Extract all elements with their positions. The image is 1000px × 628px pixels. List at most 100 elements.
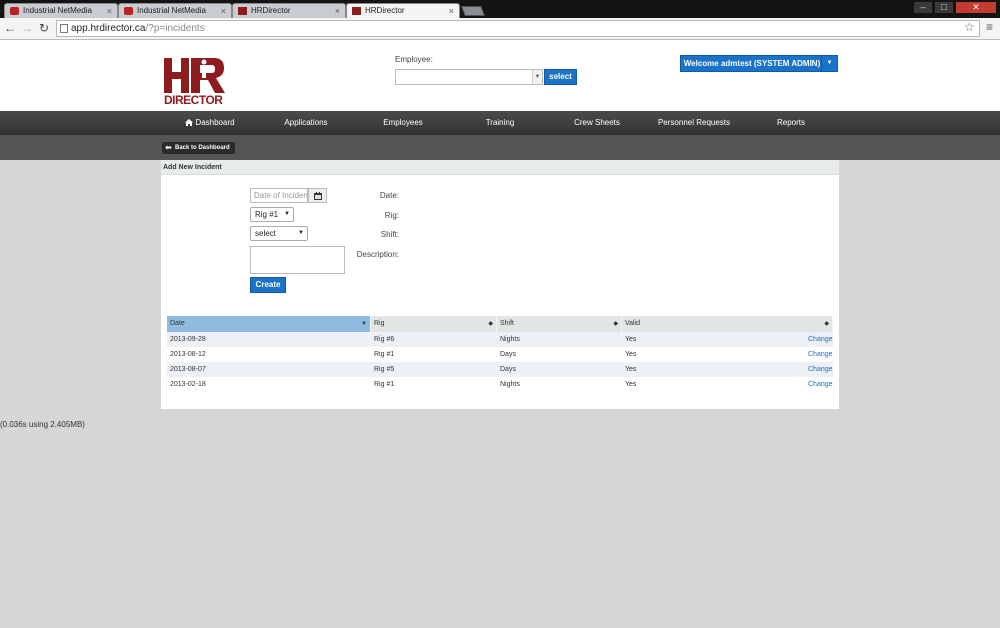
cell-shift: Nights: [500, 381, 520, 388]
bookmark-star-icon[interactable]: ☆: [964, 20, 975, 34]
cell-rig: Rig #6: [374, 336, 395, 343]
maximize-button[interactable]: □: [935, 2, 953, 13]
section-title: Add New Incident: [161, 160, 839, 175]
sort-icon: ◆: [824, 321, 829, 327]
nav-item-personnel-requests[interactable]: Personnel Requests: [649, 111, 739, 135]
reload-icon[interactable]: ↻: [37, 21, 51, 35]
close-icon[interactable]: ×: [221, 4, 226, 18]
hrdirector-logo[interactable]: DIRECTOR: [164, 56, 226, 107]
browser-tab[interactable]: HRDirector ×: [232, 3, 346, 18]
change-link[interactable]: Change: [805, 347, 833, 362]
close-icon[interactable]: ×: [335, 4, 340, 18]
cell-shift: Days: [500, 351, 516, 358]
nav-item-reports[interactable]: Reports: [753, 111, 829, 135]
description-textarea[interactable]: [250, 246, 345, 274]
chevron-down-icon: ▼: [284, 211, 290, 217]
create-button[interactable]: Create: [250, 277, 286, 293]
change-link[interactable]: Change: [805, 377, 833, 392]
industrial-netmedia-icon: [124, 7, 133, 15]
shift-label: Shift:: [380, 230, 399, 239]
chevron-down-icon: ▼: [298, 230, 304, 236]
table-row: 2013-08-12 Rig #1 Days Yes Change: [167, 347, 833, 362]
browser-tabstrip: Industrial NetMedia × Industrial NetMedi…: [0, 0, 1000, 18]
minimize-button[interactable]: –: [914, 2, 932, 13]
sort-icon: ◆: [488, 321, 493, 327]
description-label: Description:: [356, 250, 399, 259]
column-header-date[interactable]: Date ▼: [167, 316, 371, 332]
sort-desc-icon: ▼: [361, 321, 367, 327]
home-icon: [185, 119, 194, 126]
back-arrow-icon[interactable]: ←: [3, 21, 17, 35]
change-link[interactable]: Change: [805, 362, 833, 377]
calendar-button[interactable]: [308, 188, 327, 203]
nav-item-training[interactable]: Training: [462, 111, 538, 135]
arrow-left-icon: ⬅: [165, 143, 172, 152]
cell-valid: Yes: [625, 336, 637, 343]
page-icon: [60, 24, 68, 33]
nav-item-dashboard[interactable]: Dashboard: [172, 111, 248, 135]
cell-rig: Rig #1: [374, 381, 395, 388]
nav-label: Dashboard: [195, 118, 235, 127]
date-field[interactable]: Date of Incident: [250, 188, 308, 203]
change-link[interactable]: Change: [805, 332, 833, 347]
window-close-button[interactable]: ✕: [956, 2, 996, 13]
logo-text: DIRECTOR: [164, 93, 223, 107]
url-host: app.hrdirector.ca: [71, 23, 146, 34]
column-header-valid[interactable]: Valid ◆: [622, 316, 833, 332]
render-stats: (0.036s using 2.405MB): [0, 420, 85, 429]
browser-menu-icon[interactable]: ≡: [986, 20, 993, 34]
cell-rig: Rig #1: [374, 351, 395, 358]
main-nav: Dashboard Applications Employees Trainin…: [0, 111, 1000, 135]
employee-select[interactable]: ▼: [395, 69, 543, 85]
sort-icon: ◆: [613, 321, 618, 327]
calendar-icon: [314, 192, 322, 200]
url-path: /?p=incidents: [145, 23, 205, 34]
welcome-user: admtest: [720, 59, 752, 68]
cell-rig: Rig #5: [374, 366, 395, 373]
user-menu-button[interactable]: Welcome admtest (SYSTEM ADMIN) ▼: [680, 55, 838, 72]
chevron-down-icon[interactable]: ▼: [821, 56, 837, 71]
cell-date: 2013-09-28: [170, 336, 206, 343]
close-icon[interactable]: ×: [107, 4, 112, 18]
forward-arrow-icon[interactable]: →: [20, 21, 34, 35]
column-header-rig[interactable]: Rig ◆: [371, 316, 497, 332]
cell-date: 2013-02-18: [170, 381, 206, 388]
cell-valid: Yes: [625, 351, 637, 358]
address-bar[interactable]: app.hrdirector.ca/?p=incidents: [56, 20, 980, 37]
welcome-text: Welcome admtest (SYSTEM ADMIN): [681, 56, 823, 71]
hr-logo-icon: [164, 58, 225, 93]
cell-shift: Nights: [500, 336, 520, 343]
cell-valid: Yes: [625, 366, 637, 373]
tab-title: HRDirector: [365, 6, 405, 15]
column-label: Rig: [374, 320, 385, 327]
tab-title: Industrial NetMedia: [137, 6, 206, 15]
rig-select[interactable]: Rig #1 ▼: [250, 207, 294, 222]
browser-tab[interactable]: Industrial NetMedia ×: [118, 3, 232, 18]
hrdirector-icon: [238, 7, 247, 15]
cell-date: 2013-08-12: [170, 351, 206, 358]
new-tab-button[interactable]: [461, 6, 485, 16]
rig-value: Rig #1: [255, 210, 279, 219]
hrdirector-icon: [352, 7, 361, 15]
back-label: Back to Dashboard: [175, 145, 230, 151]
cell-shift: Days: [500, 366, 516, 373]
welcome-prefix: Welcome: [683, 59, 721, 68]
column-header-shift[interactable]: Shift ◆: [497, 316, 622, 332]
close-icon[interactable]: ×: [449, 4, 454, 18]
nav-item-employees[interactable]: Employees: [365, 111, 441, 135]
browser-tab[interactable]: Industrial NetMedia ×: [4, 3, 118, 18]
sub-nav: [0, 135, 1000, 160]
employee-select-button[interactable]: select: [544, 69, 577, 85]
nav-item-applications[interactable]: Applications: [268, 111, 344, 135]
nav-item-crew-sheets[interactable]: Crew Sheets: [559, 111, 635, 135]
browser-tab-active[interactable]: HRDirector ×: [346, 3, 460, 18]
site-header: DIRECTOR Employee: ▼ select Welcome admt…: [0, 40, 1000, 111]
tab-title: HRDirector: [251, 6, 291, 15]
shift-select[interactable]: select ▼: [250, 226, 308, 241]
page: DIRECTOR Employee: ▼ select Welcome admt…: [0, 40, 1000, 628]
table-row: 2013-02-18 Rig #1 Nights Yes Change: [167, 377, 833, 392]
back-to-dashboard-button[interactable]: ⬅ Back to Dashboard: [162, 142, 235, 154]
column-label: Shift: [500, 320, 515, 327]
employee-label: Employee:: [395, 55, 433, 64]
chevron-down-icon: ▼: [532, 70, 542, 84]
